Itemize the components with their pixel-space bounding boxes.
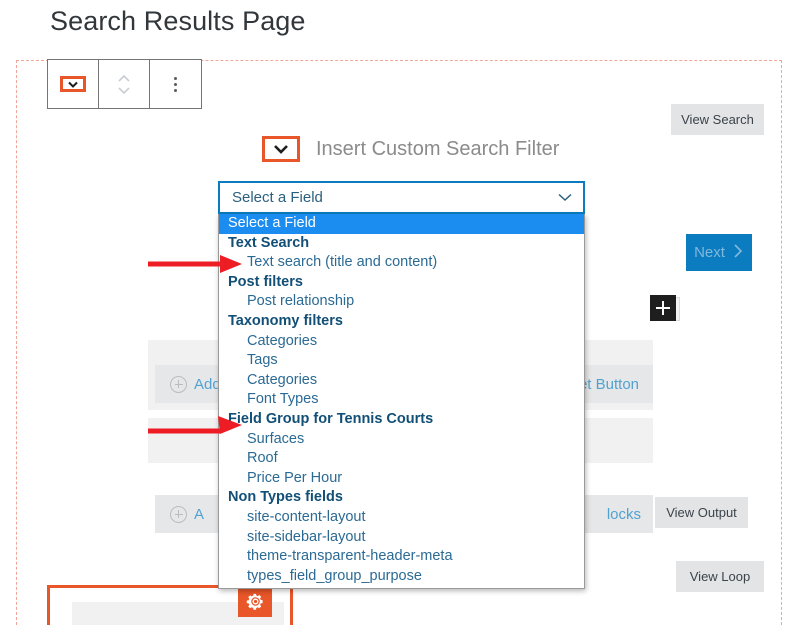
field-select[interactable]: Select a Field Select a Field Text Search… <box>218 181 585 590</box>
select-option[interactable]: Surfaces <box>219 430 584 450</box>
move-block-button[interactable] <box>99 60 150 108</box>
field-select-box[interactable]: Select a Field <box>218 181 585 214</box>
select-option[interactable]: types_field_group_purpose <box>219 567 584 587</box>
select-option[interactable]: Text search (title and content) <box>219 253 584 273</box>
add-blocks-label: locks <box>606 505 641 523</box>
page-title: Search Results Page <box>50 6 306 36</box>
move-up-down-icon <box>116 74 132 95</box>
option-group-label: Non Types fields <box>228 489 343 506</box>
block-options-button[interactable] <box>150 60 201 108</box>
select-option[interactable]: Price Per Hour <box>219 469 584 489</box>
insert-custom-search-filter-heading: Insert Custom Search Filter <box>262 136 559 162</box>
view-search-button[interactable]: View Search <box>671 104 764 135</box>
add-reset-button-label: et Button <box>578 375 639 393</box>
plus-circle-icon <box>170 505 187 523</box>
select-option[interactable]: theme-transparent-header-meta <box>219 547 584 567</box>
select-option[interactable]: site-content-layout <box>219 508 584 528</box>
chevron-down-icon <box>557 189 573 207</box>
chevron-down-icon <box>262 136 300 162</box>
editor-canvas: Search Results Page Add et Button A lock… <box>0 0 800 625</box>
next-button[interactable]: Next <box>686 234 752 271</box>
view-output-button[interactable]: View Output <box>655 497 748 528</box>
vertical-dots-icon <box>174 76 177 92</box>
option-group-label: Text Search <box>228 234 310 251</box>
chevron-down-icon <box>60 76 86 92</box>
plus-circle-icon <box>170 375 187 393</box>
add-blocks-left-label: A <box>194 505 205 523</box>
select-option[interactable]: Roof <box>219 449 584 469</box>
option-group-label: Post filters <box>228 273 303 290</box>
select-option[interactable]: Categories <box>219 371 584 391</box>
select-option[interactable]: Select a Field <box>219 214 584 234</box>
chevron-right-icon <box>732 243 744 263</box>
view-search-label: View Search <box>681 112 754 127</box>
view-loop-button[interactable]: View Loop <box>676 561 764 592</box>
block-type-button[interactable] <box>48 60 99 108</box>
next-button-label: Next <box>694 244 725 261</box>
select-option[interactable]: Font Types <box>219 390 584 410</box>
view-output-label: View Output <box>666 505 737 520</box>
select-option[interactable]: Tags <box>219 351 584 371</box>
gear-icon[interactable] <box>238 585 272 617</box>
add-block-button[interactable] <box>650 295 676 321</box>
option-group-label: Taxonomy filters <box>228 312 343 329</box>
select-option[interactable]: site-sidebar-layout <box>219 528 584 548</box>
select-option[interactable]: Post relationship <box>219 292 584 312</box>
add-button-label: Add <box>194 375 221 393</box>
view-loop-label: View Loop <box>689 569 751 584</box>
block-toolbar <box>47 59 202 109</box>
select-option[interactable]: Categories <box>219 332 584 352</box>
insert-heading-label: Insert Custom Search Filter <box>316 137 560 160</box>
field-select-options[interactable]: Select a Field Text Search Text search (ti… <box>218 214 585 590</box>
field-select-value: Select a Field <box>232 189 323 206</box>
option-group-label: Field Group for Tennis Courts <box>228 410 434 427</box>
